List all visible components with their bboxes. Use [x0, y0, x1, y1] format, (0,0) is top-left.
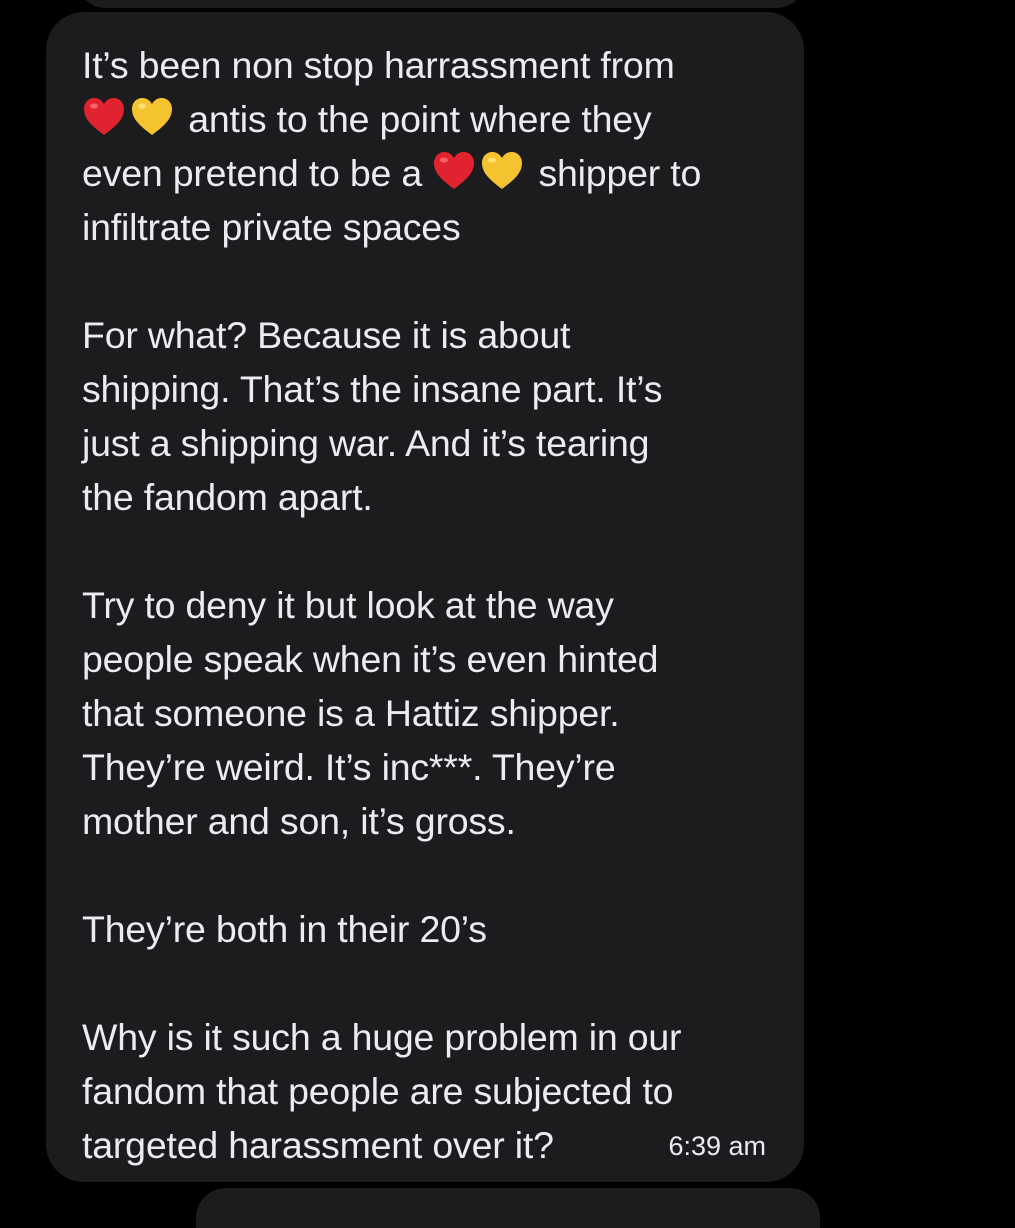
- message-paragraph-4: They’re both in their 20’s: [82, 902, 774, 956]
- message-text: antis to the point where they: [188, 98, 652, 140]
- yellow-heart-icon: [130, 96, 176, 138]
- message-paragraph-1: It’s been non stop harrassment from anti…: [82, 38, 774, 254]
- message-text: even pretend to be a: [82, 152, 423, 194]
- message-timestamp: 6:39 am: [668, 1131, 766, 1161]
- message-paragraph-3: Try to deny it but look at the way peopl…: [82, 578, 774, 848]
- message-text: shipper to: [538, 152, 702, 194]
- next-message-bubble: [196, 1188, 820, 1228]
- message-line: just a shipping war. And it’s tearing: [82, 422, 650, 464]
- previous-message-bubble: [76, 0, 806, 8]
- message-line: mother and son, it’s gross.: [82, 800, 516, 842]
- red-heart-icon: [432, 150, 478, 192]
- message-line: They’re weird. It’s inc***. They’re: [82, 746, 616, 788]
- message-line: For what? Because it is about: [82, 314, 571, 356]
- red-heart-icon: [82, 96, 128, 138]
- message-line: infiltrate private spaces: [82, 206, 461, 248]
- message-line: shipping. That’s the insane part. It’s: [82, 368, 663, 410]
- message-line: They’re both in their 20’s: [82, 908, 487, 950]
- message-line: antis to the point where they: [82, 92, 774, 146]
- message-bubble[interactable]: It’s been non stop harrassment from anti…: [46, 12, 804, 1182]
- message-line: Try to deny it but look at the way: [82, 584, 614, 626]
- message-line: people speak when it’s even hinted: [82, 638, 659, 680]
- message-line: the fandom apart.: [82, 476, 373, 518]
- yellow-heart-icon: [480, 150, 526, 192]
- message-paragraph-2: For what? Because it is about shipping. …: [82, 308, 774, 524]
- message-line: that someone is a Hattiz shipper.: [82, 692, 620, 734]
- message-line: It’s been non stop harrassment from: [82, 44, 675, 86]
- message-line: Why is it such a huge problem in our: [82, 1016, 682, 1058]
- message-line: even pretend to be a shipper to: [82, 146, 774, 200]
- message-line: fandom that people are subjected to: [82, 1070, 674, 1112]
